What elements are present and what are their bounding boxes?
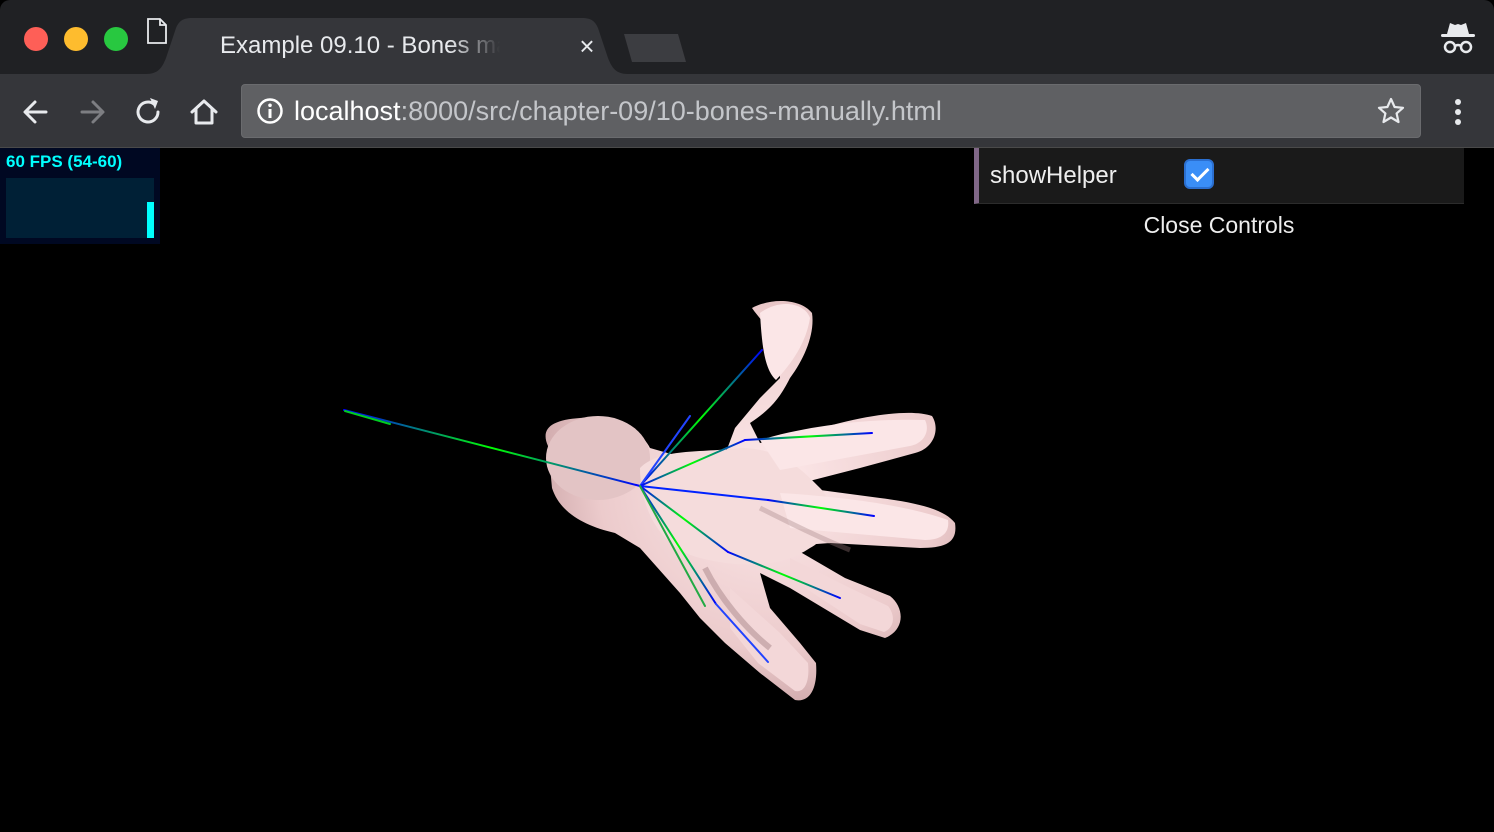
new-tab-button[interactable] (620, 32, 688, 64)
document-icon (147, 18, 167, 44)
close-controls-button[interactable]: Close Controls (974, 204, 1464, 246)
back-arrow-icon[interactable] (16, 92, 56, 132)
more-menu-icon[interactable] (1446, 94, 1470, 130)
url-text[interactable]: localhost:8000/src/chapter-09/10-bones-m… (294, 85, 942, 137)
show-helper-label: showHelper (990, 162, 1117, 189)
fps-stats-panel[interactable]: 60 FPS (54-60) (0, 148, 160, 244)
tab-title: Example 09.10 - Bones manually (220, 32, 500, 59)
fps-graph-bar (147, 202, 154, 238)
forward-arrow-icon[interactable] (72, 92, 112, 132)
minimize-window-button[interactable] (64, 27, 88, 51)
webgl-viewport[interactable]: 60 FPS (54-60) showHelper Close Controls (0, 148, 1494, 832)
show-helper-row[interactable]: showHelper (974, 148, 1464, 204)
title-bar: Example 09.10 - Bones manually × (0, 0, 1494, 74)
url-path: :8000/src/chapter-09/10-bones-manually.h… (400, 96, 942, 126)
bone-forearm-tip (344, 410, 391, 425)
browser-tab[interactable]: Example 09.10 - Bones manually × (146, 18, 628, 74)
hand-scene[interactable] (0, 148, 1494, 832)
home-icon[interactable] (184, 92, 224, 132)
address-bar[interactable]: localhost:8000/src/chapter-09/10-bones-m… (241, 84, 1421, 138)
url-host: localhost (294, 96, 401, 126)
zoom-window-button[interactable] (104, 27, 128, 51)
bookmark-star-icon[interactable] (1376, 96, 1406, 126)
incognito-icon[interactable] (1438, 20, 1478, 56)
close-window-button[interactable] (24, 27, 48, 51)
tab-close-icon[interactable]: × (574, 32, 600, 60)
show-helper-checkbox[interactable] (1184, 159, 1214, 189)
info-icon[interactable] (256, 97, 284, 125)
hand-mesh (545, 301, 956, 701)
fps-graph (6, 178, 154, 238)
controls-panel: showHelper Close Controls (974, 148, 1464, 246)
reload-icon[interactable] (128, 92, 168, 132)
browser-toolbar: localhost:8000/src/chapter-09/10-bones-m… (0, 74, 1494, 148)
fps-text: 60 FPS (54-60) (6, 152, 123, 171)
